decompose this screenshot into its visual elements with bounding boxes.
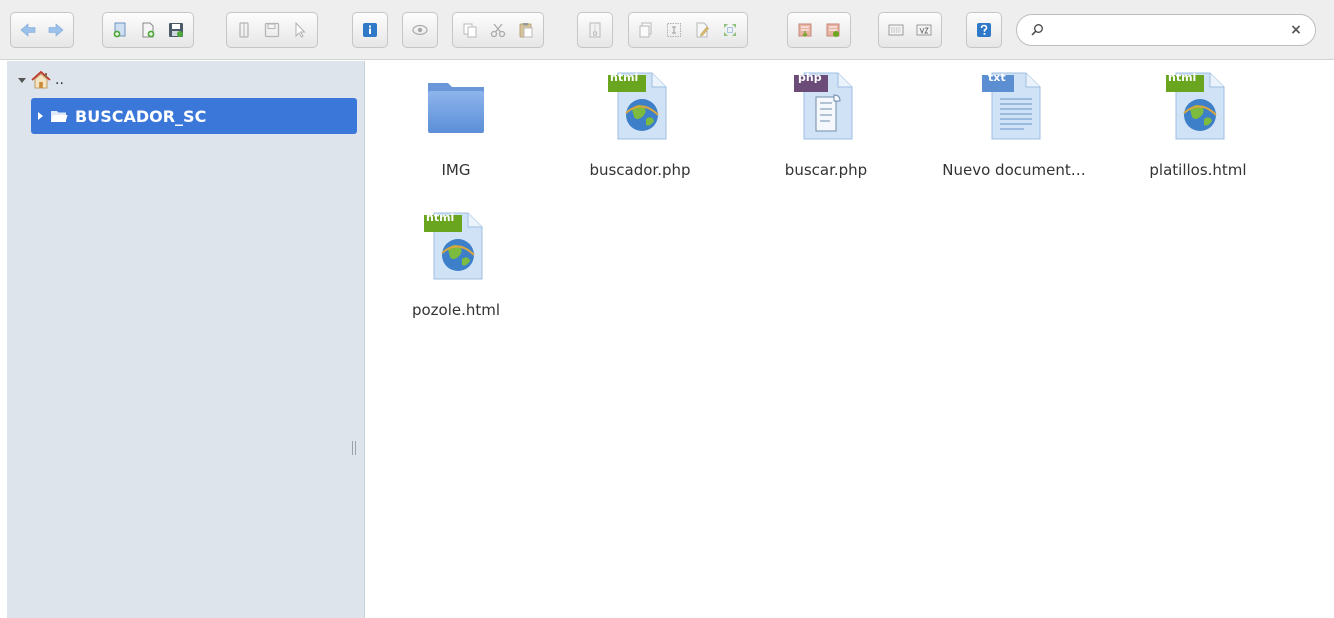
resize-button[interactable] bbox=[717, 17, 743, 43]
file-item-nuevo-documento[interactable]: Nuevo document… bbox=[934, 67, 1094, 197]
file-name: pozole.html bbox=[411, 301, 501, 319]
extract-icon bbox=[798, 23, 812, 37]
save-disabled-button[interactable] bbox=[259, 17, 285, 43]
file-badge-label: html bbox=[1168, 71, 1197, 84]
new-file-icon bbox=[142, 22, 155, 38]
open-button[interactable] bbox=[231, 17, 257, 43]
clear-search-icon[interactable]: × bbox=[1287, 21, 1305, 39]
preview-button[interactable] bbox=[407, 17, 433, 43]
cut-button[interactable] bbox=[485, 17, 511, 43]
edit-icon bbox=[696, 22, 709, 38]
file-item-img[interactable]: IMG bbox=[376, 67, 536, 197]
archive-button[interactable] bbox=[582, 17, 608, 43]
help-icon bbox=[977, 23, 991, 37]
rename-button[interactable] bbox=[661, 17, 687, 43]
info-icon bbox=[363, 23, 377, 37]
sidebar-resize-handle[interactable] bbox=[352, 441, 356, 455]
file-name: buscar.php bbox=[784, 161, 868, 179]
folder-tree: .. BUSCADOR_SC bbox=[7, 61, 365, 618]
archive-group bbox=[577, 12, 613, 48]
file-name: Nuevo document… bbox=[942, 161, 1086, 179]
root-label: .. bbox=[55, 72, 64, 88]
duplicate-icon bbox=[639, 22, 652, 38]
file-name: platillos.html bbox=[1149, 161, 1247, 179]
home-icon bbox=[31, 70, 51, 89]
create-group bbox=[102, 12, 194, 48]
copy-button[interactable] bbox=[457, 17, 483, 43]
edit-button[interactable] bbox=[689, 17, 715, 43]
copy-icon bbox=[463, 23, 477, 38]
file-item-buscador-php[interactable]: buscador.php bbox=[560, 67, 720, 197]
tree-item-label: BUSCADOR_SC bbox=[75, 106, 207, 126]
view-group bbox=[878, 12, 942, 48]
duplicate-button[interactable] bbox=[633, 17, 659, 43]
paste-button[interactable] bbox=[513, 17, 539, 43]
save-disabled-icon bbox=[264, 22, 280, 38]
open-icon bbox=[239, 22, 249, 38]
edit-group bbox=[628, 12, 748, 48]
clipboard-group bbox=[452, 12, 544, 48]
extract-button[interactable] bbox=[792, 17, 818, 43]
select-button[interactable] bbox=[287, 17, 313, 43]
preview-icon bbox=[412, 24, 428, 36]
file-badge-label: php bbox=[798, 71, 822, 84]
file-group bbox=[226, 12, 318, 48]
new-folder-icon bbox=[113, 22, 126, 38]
tree-item-buscador-sc[interactable]: BUSCADOR_SC bbox=[31, 98, 357, 134]
file-grid: IMG buscador.php buscar.php Nuevo docume… bbox=[366, 61, 1334, 618]
save-button[interactable] bbox=[163, 17, 189, 43]
file-item-pozole-html[interactable]: pozole.html bbox=[376, 207, 536, 337]
preview-group bbox=[402, 12, 438, 48]
forward-icon bbox=[48, 23, 64, 37]
folder-icon bbox=[428, 83, 484, 133]
forward-button[interactable] bbox=[43, 17, 69, 43]
view-button[interactable] bbox=[883, 17, 909, 43]
search-box: × bbox=[1016, 14, 1316, 46]
help-button[interactable] bbox=[971, 17, 997, 43]
file-name: buscador.php bbox=[589, 161, 691, 179]
file-badge-label: html bbox=[426, 211, 455, 224]
search-icon bbox=[1031, 24, 1043, 36]
view-icon bbox=[888, 24, 904, 36]
file-badge-label: txt bbox=[988, 71, 1006, 84]
compress-button[interactable] bbox=[820, 17, 846, 43]
help-group bbox=[966, 12, 1002, 48]
resize-icon bbox=[724, 24, 736, 36]
paste-icon bbox=[519, 23, 533, 38]
sort-button[interactable] bbox=[911, 17, 937, 43]
collapse-caret-icon[interactable] bbox=[38, 112, 43, 120]
save-icon bbox=[169, 23, 183, 37]
archive-icon bbox=[589, 22, 601, 38]
expand-caret-icon[interactable] bbox=[18, 77, 26, 83]
info-group bbox=[352, 12, 388, 48]
new-file-button[interactable] bbox=[135, 17, 161, 43]
sort-icon bbox=[916, 24, 932, 36]
folder-open-icon bbox=[51, 111, 68, 122]
new-folder-button[interactable] bbox=[107, 17, 133, 43]
back-button[interactable] bbox=[15, 17, 41, 43]
search-input[interactable] bbox=[1049, 19, 1289, 41]
file-name: IMG bbox=[441, 161, 471, 179]
info-button[interactable] bbox=[357, 17, 383, 43]
archive-tools-group bbox=[787, 12, 851, 48]
rename-icon bbox=[667, 23, 681, 37]
compress-icon bbox=[826, 23, 840, 37]
tree-root[interactable]: .. bbox=[18, 67, 64, 93]
file-item-buscar-php[interactable]: buscar.php bbox=[746, 67, 906, 197]
cut-icon bbox=[490, 23, 506, 38]
back-icon bbox=[20, 23, 36, 37]
history-group bbox=[10, 12, 74, 48]
toolbar: × bbox=[0, 0, 1334, 60]
select-icon bbox=[295, 21, 306, 38]
file-badge-label: html bbox=[610, 71, 639, 84]
file-item-platillos-html[interactable]: platillos.html bbox=[1118, 67, 1278, 197]
